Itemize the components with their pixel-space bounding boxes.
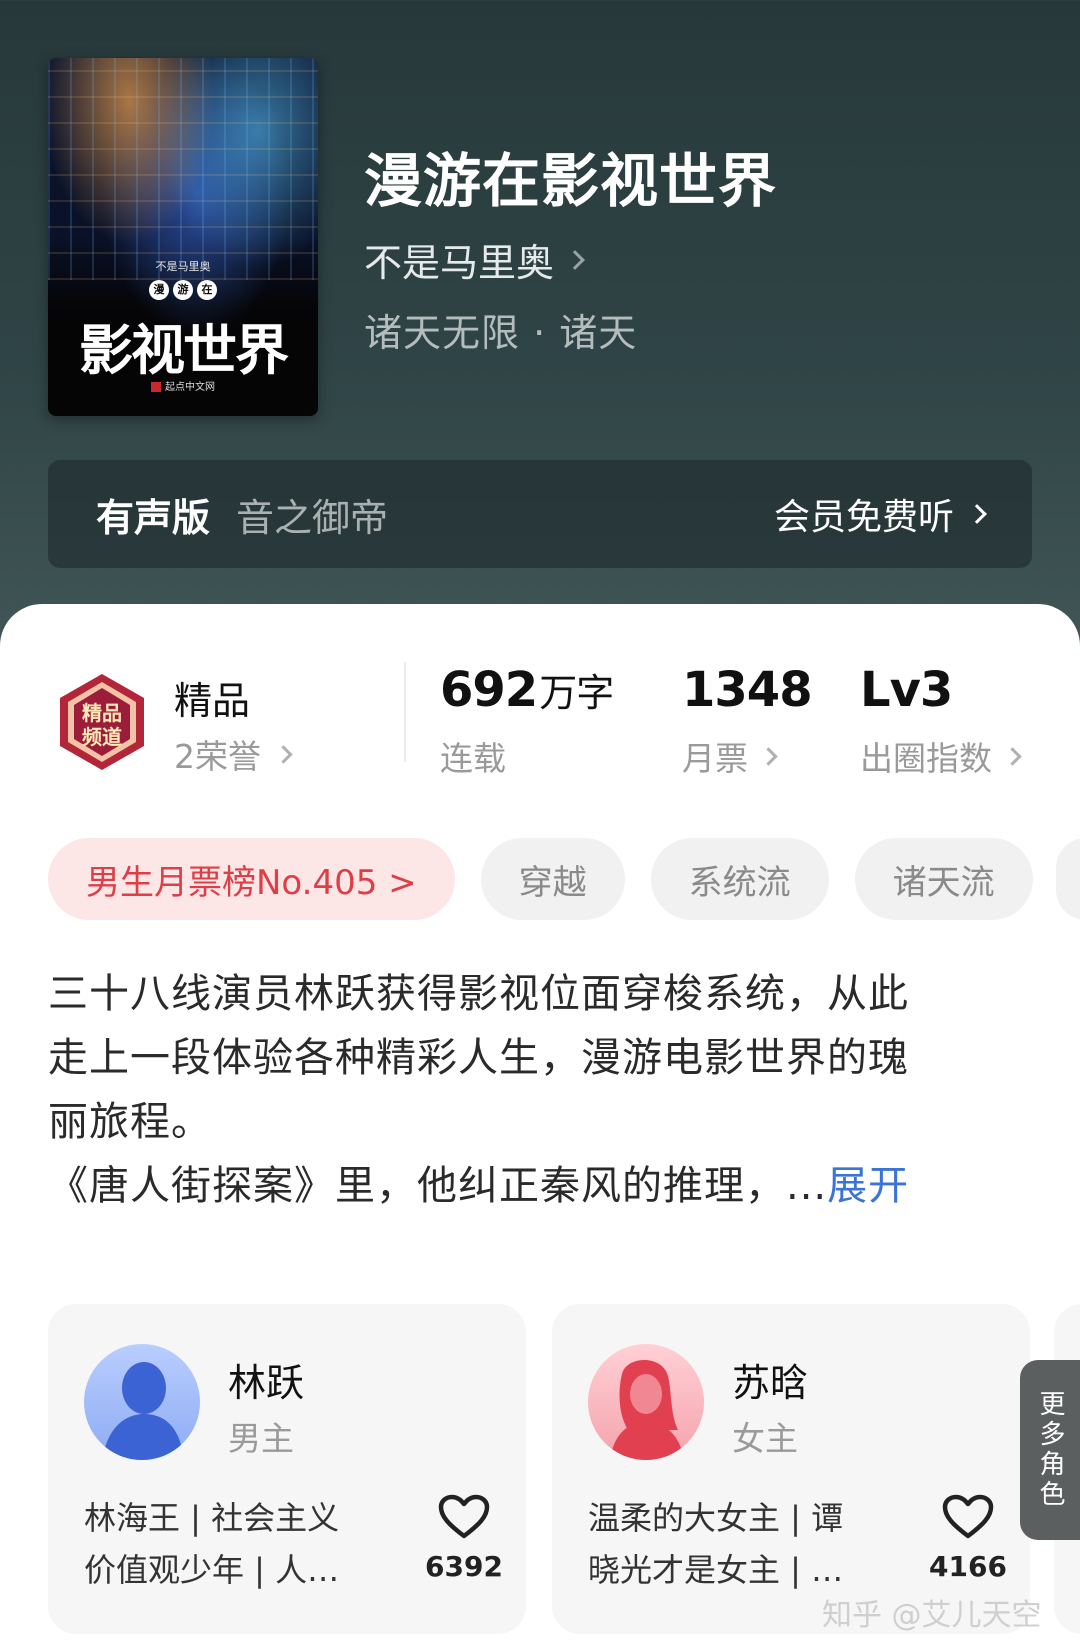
audio-version-bar[interactable]: 有声版 音之御帝 会员免费听 xyxy=(48,460,1032,568)
stat-popularity-index[interactable]: Lv3 出圈指数 xyxy=(860,662,1022,780)
divider xyxy=(404,662,406,762)
member-free-listen-button[interactable]: 会员免费听 xyxy=(773,488,987,540)
chevron-right-icon xyxy=(1003,746,1022,766)
character-desc-line: 晓光才是女主 | … xyxy=(588,1551,844,1589)
genre-label: 诸天无限 · 诸天 xyxy=(364,311,638,355)
honor-title: 精品 xyxy=(174,679,251,723)
expand-link[interactable]: 展开 xyxy=(827,1163,909,1209)
character-card[interactable]: 苏晗 女主 温柔的大女主 | 谭 晓光才是女主 | … 4166 xyxy=(552,1304,1030,1634)
author-name: 不是马里奥 xyxy=(364,241,555,285)
svg-text:精品: 精品 xyxy=(82,701,122,725)
character-card[interactable]: 林跃 男主 林海王 | 社会主义 价值观少年 | 人… 6392 xyxy=(48,1304,526,1634)
cover-badge: 在 xyxy=(197,280,217,300)
cover-author: 不是马里奥 xyxy=(155,260,211,273)
audio-label: 有声版 xyxy=(96,495,211,540)
word-count-unit: 万字 xyxy=(539,671,614,715)
more-roles-button[interactable]: 更多角色 xyxy=(1020,1360,1080,1540)
like-button[interactable]: 6392 xyxy=(424,1494,504,1583)
audio-narrator: 音之御帝 xyxy=(236,495,389,540)
cover-subtitle: 漫 游 在 xyxy=(48,280,318,300)
author-link[interactable]: 不是马里奥 xyxy=(364,232,585,287)
book-cover[interactable]: 不是马里奥 漫 游 在 影视世界 起点中文网 xyxy=(48,58,318,416)
more-roles-label: 更多角色 xyxy=(1035,1390,1065,1510)
word-count-value: 692 xyxy=(440,662,538,718)
tag-chip-partial[interactable] xyxy=(1056,838,1080,920)
book-detail-card: 精品 频道 精品 2荣誉 692万字 连载 1348 月票 Lv3 出圈指数 男… xyxy=(0,604,1080,1648)
cover-badge: 漫 xyxy=(149,280,169,300)
tag-chip[interactable]: 穿越 xyxy=(480,838,625,920)
character-description: 温柔的大女主 | 谭 晓光才是女主 | … xyxy=(588,1492,888,1596)
heart-icon xyxy=(942,1494,994,1539)
tag-list: 男生月票榜No.405 > 穿越 系统流 诸天流 xyxy=(48,838,1033,920)
character-description: 林海王 | 社会主义 价值观少年 | 人… xyxy=(84,1492,384,1596)
character-role: 男主 xyxy=(228,1419,294,1458)
serial-status: 连载 xyxy=(440,739,506,778)
watermark: 知乎 @艾儿天空 xyxy=(822,1598,1042,1633)
member-free-listen-label: 会员免费听 xyxy=(773,497,954,538)
description-line: 走上一段体验各种精彩人生，漫游电影世界的瑰 xyxy=(48,1035,909,1081)
cover-badge: 游 xyxy=(173,280,193,300)
honor-count: 2荣誉 xyxy=(174,737,261,776)
cover-art xyxy=(48,58,318,280)
svg-text:频道: 频道 xyxy=(82,725,122,749)
stat-word-count: 692万字 连载 xyxy=(440,662,614,780)
description-line: 三十八线演员林跃获得影视位面穿梭系统，从此 xyxy=(48,971,909,1017)
like-count: 4166 xyxy=(929,1550,1007,1583)
chevron-right-icon xyxy=(274,744,293,764)
chevron-right-icon xyxy=(759,746,778,766)
avatar xyxy=(84,1344,200,1460)
description-line: 《唐人街探案》里，他纠正秦风的推理，... xyxy=(48,1163,828,1209)
character-role: 女主 xyxy=(732,1419,798,1458)
cover-publisher: 起点中文网 xyxy=(48,378,318,393)
like-button[interactable]: 4166 xyxy=(928,1494,1008,1583)
book-description: 三十八线演员林跃获得影视位面穿梭系统，从此 走上一段体验各种精彩人生，漫游电影世… xyxy=(48,962,1018,1218)
chevron-right-icon xyxy=(967,504,987,524)
description-line: 丽旅程。 xyxy=(48,1099,212,1145)
cover-title: 影视世界 xyxy=(79,318,289,382)
book-title: 漫游在影视世界 xyxy=(364,147,778,215)
honor-count-link[interactable]: 2荣誉 xyxy=(174,730,293,778)
character-desc-line: 林海王 | 社会主义 xyxy=(84,1499,340,1537)
avatar xyxy=(588,1344,704,1460)
monthly-ticket-rank-tag[interactable]: 男生月票榜No.405 > xyxy=(48,838,455,920)
quality-channel-badge-icon[interactable]: 精品 频道 xyxy=(52,672,152,772)
character-desc-line: 温柔的大女主 | 谭 xyxy=(588,1499,844,1537)
character-desc-line: 价值观少年 | 人… xyxy=(84,1551,340,1589)
stat-monthly-tickets[interactable]: 1348 月票 xyxy=(682,662,813,780)
chevron-right-icon xyxy=(565,249,585,270)
popularity-index-label: 出圈指数 xyxy=(860,739,992,778)
tag-chip[interactable]: 系统流 xyxy=(650,838,829,920)
monthly-tickets-value: 1348 xyxy=(682,662,813,718)
heart-icon xyxy=(438,1494,490,1539)
character-name: 苏晗 xyxy=(732,1361,809,1405)
character-name: 林跃 xyxy=(228,1361,305,1405)
popularity-index-value: Lv3 xyxy=(860,662,953,718)
tag-chip[interactable]: 诸天流 xyxy=(854,838,1033,920)
like-count: 6392 xyxy=(425,1550,503,1583)
monthly-tickets-label: 月票 xyxy=(682,739,748,778)
